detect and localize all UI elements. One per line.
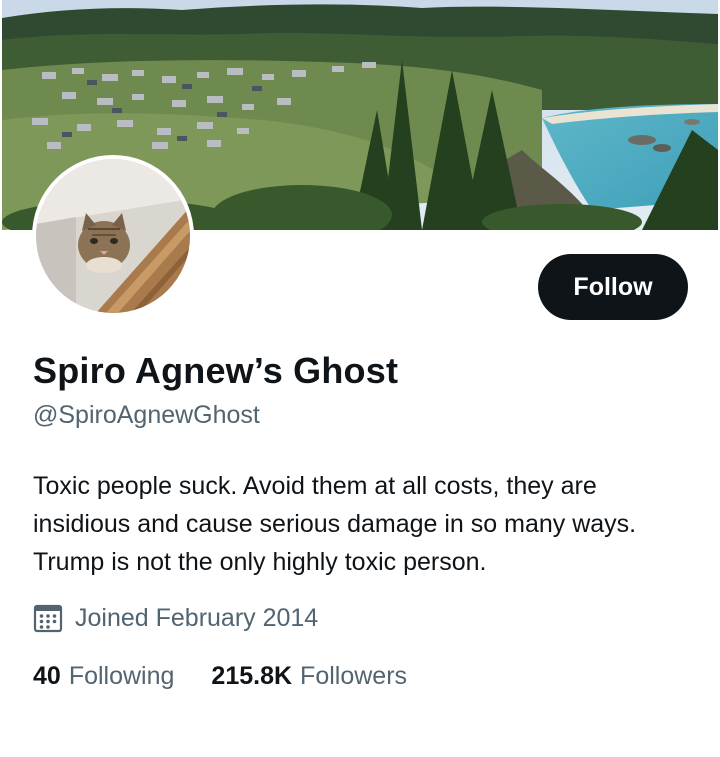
profile-avatar[interactable]: [32, 155, 194, 317]
following-link[interactable]: 40 Following: [33, 662, 174, 691]
profile-page: Follow Spiro Agnew’s Ghost @SpiroAgnewGh…: [0, 0, 720, 757]
profile-bio: Toxic people suck. Avoid them at all cos…: [33, 472, 637, 576]
following-count: 40: [33, 662, 61, 690]
following-label: Following: [68, 662, 175, 690]
joined-date: Joined February 2014: [33, 603, 318, 633]
profile-stats: 40 Following 215.8K Followers: [33, 662, 407, 691]
follow-button[interactable]: Follow: [538, 254, 688, 320]
followers-link[interactable]: 215.8K Followers: [211, 662, 407, 691]
profile-display-name: Spiro Agnew’s Ghost: [33, 350, 399, 391]
followers-label: Followers: [300, 662, 408, 690]
avatar-image: [36, 159, 190, 313]
profile-handle: @SpiroAgnewGhost: [33, 401, 260, 429]
joined-text: Joined February 2014: [75, 603, 319, 632]
calendar-icon: [33, 603, 63, 633]
followers-count: 215.8K: [211, 662, 293, 690]
